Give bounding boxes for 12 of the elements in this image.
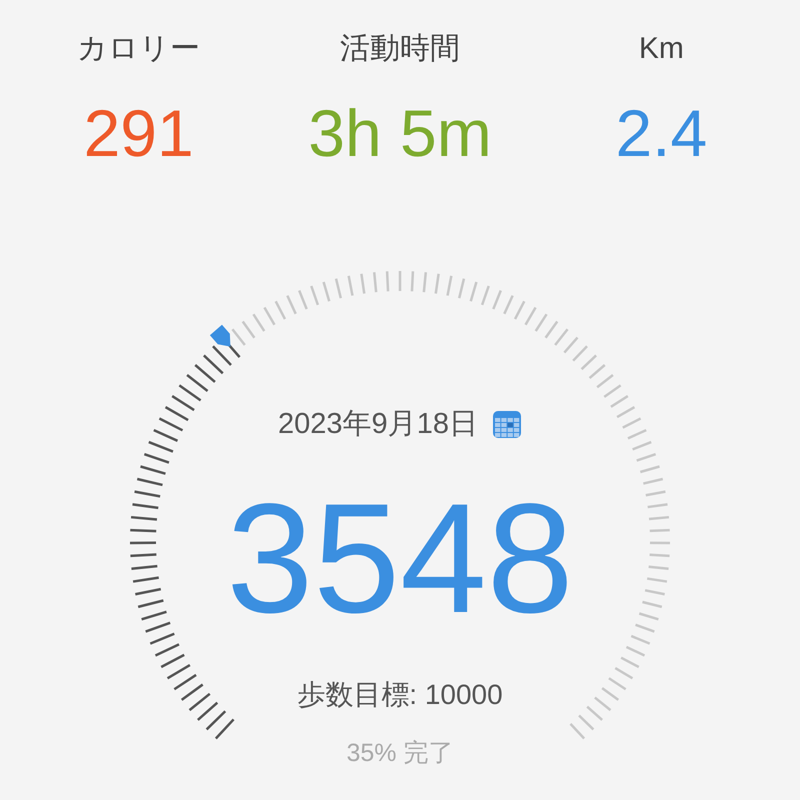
stat-value: 291 xyxy=(84,100,194,166)
stat-value: 3h 5m xyxy=(308,100,492,166)
stat-label: カロリー xyxy=(77,34,200,64)
stat-label: Km xyxy=(638,34,684,64)
step-goal: 歩数目標: 10000 xyxy=(297,681,503,709)
progress-marker-icon xyxy=(210,324,230,347)
calendar-icon[interactable] xyxy=(492,409,522,439)
step-count: 3548 xyxy=(226,481,574,637)
stat-value: 2.4 xyxy=(615,100,708,166)
stat-label: 活動時間 xyxy=(340,34,460,64)
completion-label: 35% 完了 xyxy=(346,741,454,766)
date-label: 2023年9月18日 xyxy=(278,410,478,438)
